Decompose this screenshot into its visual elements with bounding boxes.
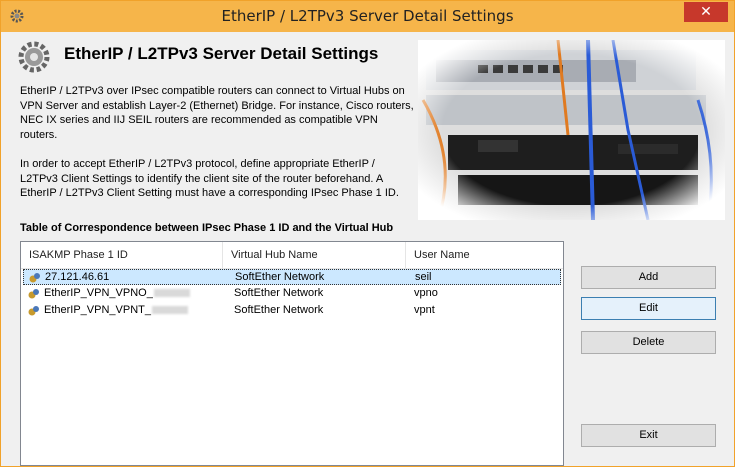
table-label: Table of Correspondence between IPsec Ph… bbox=[20, 222, 394, 234]
redacted-text bbox=[152, 306, 188, 315]
close-button[interactable]: ✕ bbox=[684, 2, 728, 22]
title-bar[interactable]: EtherIP / L2TPv3 Server Detail Settings … bbox=[1, 1, 734, 32]
column-header-hub-name[interactable]: Virtual Hub Name bbox=[223, 242, 406, 268]
description-paragraph-2: In order to accept EtherIP / L2TPv3 prot… bbox=[20, 158, 399, 199]
delete-button-label: Delete bbox=[632, 336, 665, 348]
add-button[interactable]: Add bbox=[581, 266, 716, 289]
cell-phase1-id: 27.121.46.61 bbox=[45, 271, 110, 283]
cell-user-name: vpno bbox=[414, 287, 438, 299]
table-row[interactable]: 27.121.46.61 SoftEther Network seil bbox=[23, 269, 561, 285]
cell-user-name: seil bbox=[415, 271, 432, 283]
cell-phase1-id: EtherIP_VPN_VPNT_ bbox=[44, 304, 188, 316]
settings-gear-icon bbox=[18, 41, 50, 73]
table-row[interactable]: EtherIP_VPN_VPNO_ SoftEther Network vpno bbox=[23, 286, 561, 302]
link-icon bbox=[29, 273, 40, 283]
cell-hub-name: SoftEther Network bbox=[235, 271, 325, 283]
link-icon bbox=[28, 306, 39, 316]
column-header-phase1-id[interactable]: ISAKMP Phase 1 ID bbox=[21, 242, 223, 268]
table-header: ISAKMP Phase 1 ID Virtual Hub Name User … bbox=[21, 242, 563, 269]
exit-button[interactable]: Exit bbox=[581, 424, 716, 447]
column-header-user-name[interactable]: User Name bbox=[406, 242, 563, 268]
router-photo bbox=[418, 40, 725, 220]
exit-button-label: Exit bbox=[639, 429, 658, 441]
cell-hub-name: SoftEther Network bbox=[234, 287, 324, 299]
description-paragraph-1: EtherIP / L2TPv3 over IPsec compatible r… bbox=[20, 85, 414, 141]
delete-button[interactable]: Delete bbox=[581, 331, 716, 354]
dialog-window: EtherIP / L2TPv3 Server Detail Settings … bbox=[0, 0, 735, 467]
edit-button[interactable]: Edit bbox=[581, 297, 716, 320]
add-button-label: Add bbox=[638, 271, 659, 283]
window-title: EtherIP / L2TPv3 Server Detail Settings bbox=[221, 7, 514, 25]
link-icon bbox=[28, 289, 39, 299]
edit-button-label: Edit bbox=[639, 302, 658, 314]
redacted-text bbox=[153, 289, 190, 298]
cell-phase1-id: EtherIP_VPN_VPNO_ bbox=[44, 287, 190, 299]
dialog-client: EtherIP / L2TPv3 Server Detail Settings … bbox=[2, 32, 733, 466]
page-title: EtherIP / L2TPv3 Server Detail Settings bbox=[64, 44, 379, 63]
cell-user-name: vpnt bbox=[414, 304, 435, 316]
correspondence-table[interactable]: ISAKMP Phase 1 ID Virtual Hub Name User … bbox=[20, 241, 564, 466]
table-row[interactable]: EtherIP_VPN_VPNT_ SoftEther Network vpnt bbox=[23, 303, 561, 319]
cell-hub-name: SoftEther Network bbox=[234, 304, 324, 316]
